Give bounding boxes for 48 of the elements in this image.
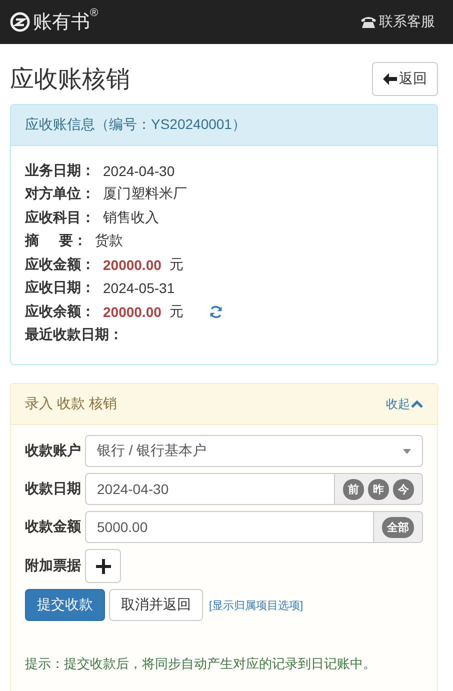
field-label: 最近收款日期：	[25, 326, 123, 344]
amount-value: 20000.00	[103, 304, 162, 320]
arrow-left-icon	[383, 73, 397, 85]
add-button[interactable]	[85, 549, 121, 583]
input-field[interactable]: 5000.00	[85, 511, 374, 543]
field-value: 销售收入	[103, 208, 159, 227]
field-label: 收款账户	[25, 442, 82, 460]
field-label: 应收科目：	[25, 208, 95, 227]
back-button[interactable]: 返回	[372, 62, 438, 96]
field-label: 对方单位：	[25, 185, 95, 204]
panel-heading: 应收账信息（编号：YS20240001）	[11, 105, 437, 146]
currency-unit: 元	[169, 256, 184, 274]
refresh-icon[interactable]	[209, 304, 224, 319]
page-title: 应收账核销	[10, 65, 130, 95]
collapse-toggle[interactable]: 收起	[386, 396, 423, 412]
phone-icon	[361, 16, 376, 28]
currency-unit: 元	[169, 302, 184, 321]
submit-button[interactable]: 提交收款	[25, 589, 105, 621]
field-label: 摘	[25, 232, 39, 250]
quick-button[interactable]: 全部	[382, 516, 414, 538]
chevron-icon	[411, 400, 423, 408]
plus-icon	[96, 558, 110, 574]
field-label: 附加票据	[25, 557, 82, 575]
account-select[interactable]: 银行 / 银行基本户	[85, 435, 423, 467]
cancel-button[interactable]: 取消并返回	[109, 589, 203, 621]
field-label: 要：	[59, 232, 87, 250]
caret-icon	[403, 448, 411, 454]
brand-name[interactable]: 账有书$^{®}$	[33, 9, 98, 35]
field-value: 货款	[95, 232, 123, 250]
field-label: 应收余额：	[25, 302, 95, 321]
quick-button[interactable]: 前	[343, 478, 364, 500]
logo-icon	[10, 12, 30, 32]
field-label: 业务日期：	[25, 162, 95, 180]
quick-button[interactable]: 昨	[368, 478, 389, 500]
field-label: 收款金额	[25, 518, 82, 536]
field-label: 应收金额：	[25, 256, 95, 274]
hint-text: 提示：提交收款后，将同步自动产生对应的记录到日记账中。	[25, 655, 377, 673]
support-link[interactable]: 联系客服	[379, 13, 435, 31]
field-label: 收款日期	[25, 480, 82, 498]
panel-heading: 录入 收款 核销	[25, 395, 117, 413]
quick-button[interactable]: 今	[393, 478, 414, 500]
options-link[interactable]: [显示归属项目选项]	[209, 598, 304, 612]
field-value: 厦门塑料米厂	[103, 185, 187, 204]
amount-value: 20000.00	[103, 256, 162, 273]
input-field[interactable]: 2024-04-30	[85, 473, 335, 505]
field-value: 2024-04-30	[103, 162, 175, 179]
field-label: 应收日期：	[25, 279, 95, 298]
field-value: 2024-05-31	[103, 280, 175, 296]
